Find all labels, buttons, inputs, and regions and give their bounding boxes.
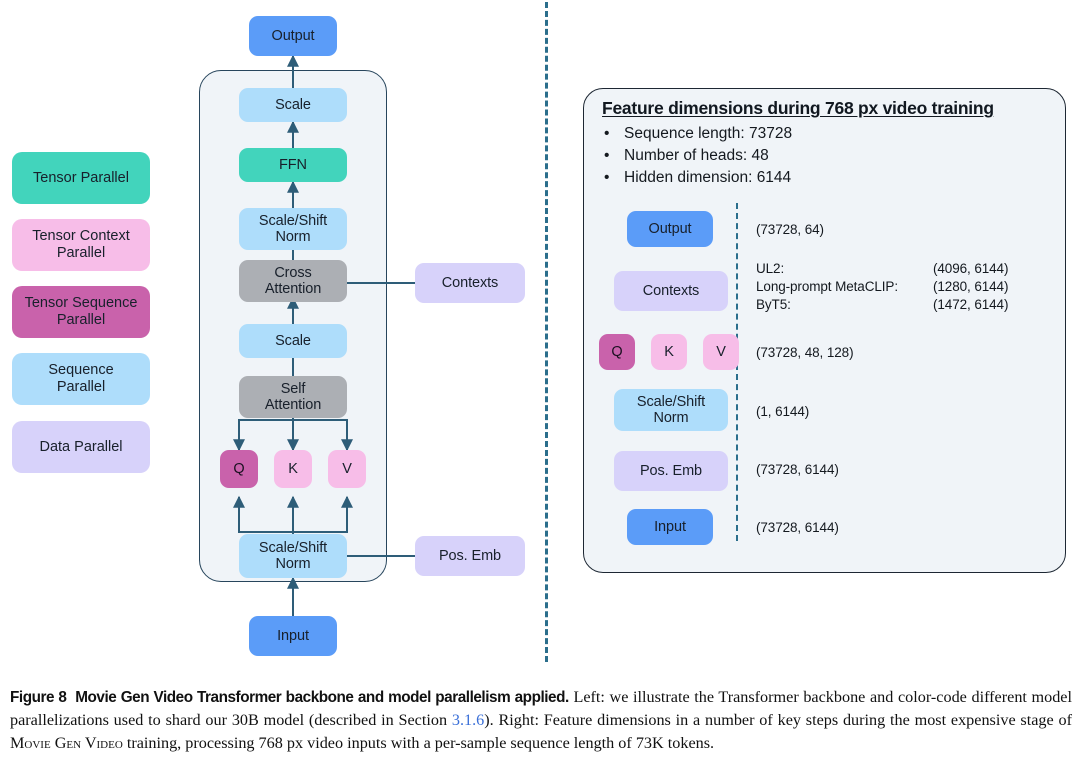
- legend-item-2[interactable]: Tensor Sequence Parallel: [12, 286, 150, 338]
- legend-item-4[interactable]: Data Parallel: [12, 421, 150, 473]
- panel-node-v-label: V: [716, 343, 726, 360]
- node-input[interactable]: Input: [249, 616, 337, 656]
- panel-node-k-label: K: [664, 343, 674, 360]
- node-self-attention-label: Self Attention: [264, 380, 322, 413]
- panel-bullet-2: • Hidden dimension: 6144: [604, 169, 791, 187]
- feature-dimensions-panel: Feature dimensions during 768 px video t…: [583, 88, 1066, 573]
- panel-bullet-2-text: Hidden dimension: 6144: [624, 169, 792, 186]
- node-contexts[interactable]: Contexts: [415, 263, 525, 303]
- legend-item-label: Tensor Sequence Parallel: [24, 295, 138, 328]
- node-scale-shift-norm-1-label: Scale/Shift Norm: [258, 539, 328, 572]
- legend-item-label: Data Parallel: [39, 438, 123, 455]
- node-scale-top[interactable]: Scale: [239, 88, 347, 122]
- panel-node-output-label: Output: [648, 220, 692, 237]
- panel-node-scale-shift-norm-label: Scale/Shift Norm: [636, 393, 706, 426]
- bullet-dot: •: [604, 169, 610, 186]
- panel-node-scale-shift-norm[interactable]: Scale/Shift Norm: [614, 389, 728, 431]
- panel-node-input[interactable]: Input: [627, 509, 713, 545]
- panel-node-output[interactable]: Output: [627, 211, 713, 247]
- panel-dims-pos-emb: (73728, 6144): [756, 462, 839, 477]
- panel-ctx-value-2: (1472, 6144): [933, 297, 1009, 312]
- node-cross-attention-label: Cross Attention: [264, 264, 322, 297]
- panel-ctx-name-2: ByT5:: [756, 297, 791, 312]
- legend-item-label: Sequence Parallel: [48, 362, 114, 395]
- panel-ctx-name-0: UL2:: [756, 261, 785, 276]
- legend-item-1[interactable]: Tensor Context Parallel: [12, 219, 150, 271]
- panel-node-input-label: Input: [654, 518, 686, 535]
- caption-smallcaps: Movie Gen Video: [10, 734, 123, 752]
- caption-figure-label: Figure 8: [10, 689, 67, 706]
- panel-node-contexts[interactable]: Contexts: [614, 271, 728, 311]
- panel-dims-qkv: (73728, 48, 128): [756, 345, 854, 360]
- node-scale-shift-norm-2[interactable]: Scale/Shift Norm: [239, 208, 347, 250]
- panel-node-k[interactable]: K: [651, 334, 687, 370]
- legend-item-label: Tensor Context Parallel: [32, 228, 130, 261]
- caption-body-2: ). Right: Feature dimensions in a number…: [484, 711, 1072, 729]
- node-q-label: Q: [233, 460, 245, 477]
- node-self-attention[interactable]: Self Attention: [239, 376, 347, 418]
- caption-bold-title: Movie Gen Video Transformer backbone and…: [75, 689, 569, 706]
- node-cross-attention[interactable]: Cross Attention: [239, 260, 347, 302]
- node-v-label: V: [342, 460, 352, 477]
- node-k-label: K: [288, 460, 298, 477]
- node-input-label: Input: [277, 627, 309, 644]
- legend-item-label: Tensor Parallel: [33, 169, 129, 186]
- node-scale-shift-norm-1[interactable]: Scale/Shift Norm: [239, 534, 347, 578]
- panel-title: Feature dimensions during 768 px video t…: [602, 98, 994, 118]
- caption-section-ref[interactable]: 3.1.6: [452, 711, 484, 729]
- node-scale-mid[interactable]: Scale: [239, 324, 347, 358]
- node-ffn-label: FFN: [279, 156, 307, 173]
- caption-body-3: training, processing 768 px video inputs…: [122, 734, 715, 752]
- center-divider: [545, 2, 548, 662]
- node-ffn[interactable]: FFN: [239, 148, 347, 182]
- panel-dims-input: (73728, 6144): [756, 520, 839, 535]
- node-output[interactable]: Output: [249, 16, 337, 56]
- panel-dims-scale-shift-norm: (1, 6144): [756, 404, 810, 419]
- panel-node-pos-emb-label: Pos. Emb: [639, 462, 703, 479]
- bullet-dot: •: [604, 147, 610, 164]
- node-q[interactable]: Q: [220, 450, 258, 488]
- panel-node-contexts-label: Contexts: [642, 282, 700, 299]
- panel-node-v[interactable]: V: [703, 334, 739, 370]
- legend-item-3[interactable]: Sequence Parallel: [12, 353, 150, 405]
- panel-bullet-1: • Number of heads: 48: [604, 147, 769, 165]
- panel-dims-output: (73728, 64): [756, 222, 824, 237]
- node-pos-emb[interactable]: Pos. Emb: [415, 536, 525, 576]
- node-output-label: Output: [271, 27, 315, 44]
- panel-node-pos-emb[interactable]: Pos. Emb: [614, 451, 728, 491]
- figure-canvas: Tensor Parallel Tensor Context Parallel Te…: [0, 0, 1080, 782]
- bullet-dot: •: [604, 125, 610, 142]
- node-contexts-label: Contexts: [441, 274, 499, 291]
- panel-dashed-divider: [736, 203, 738, 541]
- node-scale-mid-label: Scale: [275, 332, 311, 349]
- node-k[interactable]: K: [274, 450, 312, 488]
- legend-item-0[interactable]: Tensor Parallel: [12, 152, 150, 204]
- figure-caption: Figure 8 Movie Gen Video Transformer bac…: [10, 686, 1072, 755]
- node-scale-top-label: Scale: [275, 96, 311, 113]
- panel-bullet-1-text: Number of heads: 48: [624, 147, 769, 164]
- panel-ctx-value-1: (1280, 6144): [933, 279, 1009, 294]
- node-pos-emb-label: Pos. Emb: [438, 547, 502, 564]
- panel-ctx-name-1: Long-prompt MetaCLIP:: [756, 279, 898, 294]
- panel-node-q[interactable]: Q: [599, 334, 635, 370]
- node-v[interactable]: V: [328, 450, 366, 488]
- panel-node-q-label: Q: [611, 343, 623, 360]
- node-scale-shift-norm-2-label: Scale/Shift Norm: [258, 212, 328, 245]
- panel-bullet-0-text: Sequence length: 73728: [624, 125, 793, 142]
- panel-bullet-0: • Sequence length: 73728: [604, 125, 792, 143]
- panel-ctx-value-0: (4096, 6144): [933, 261, 1009, 276]
